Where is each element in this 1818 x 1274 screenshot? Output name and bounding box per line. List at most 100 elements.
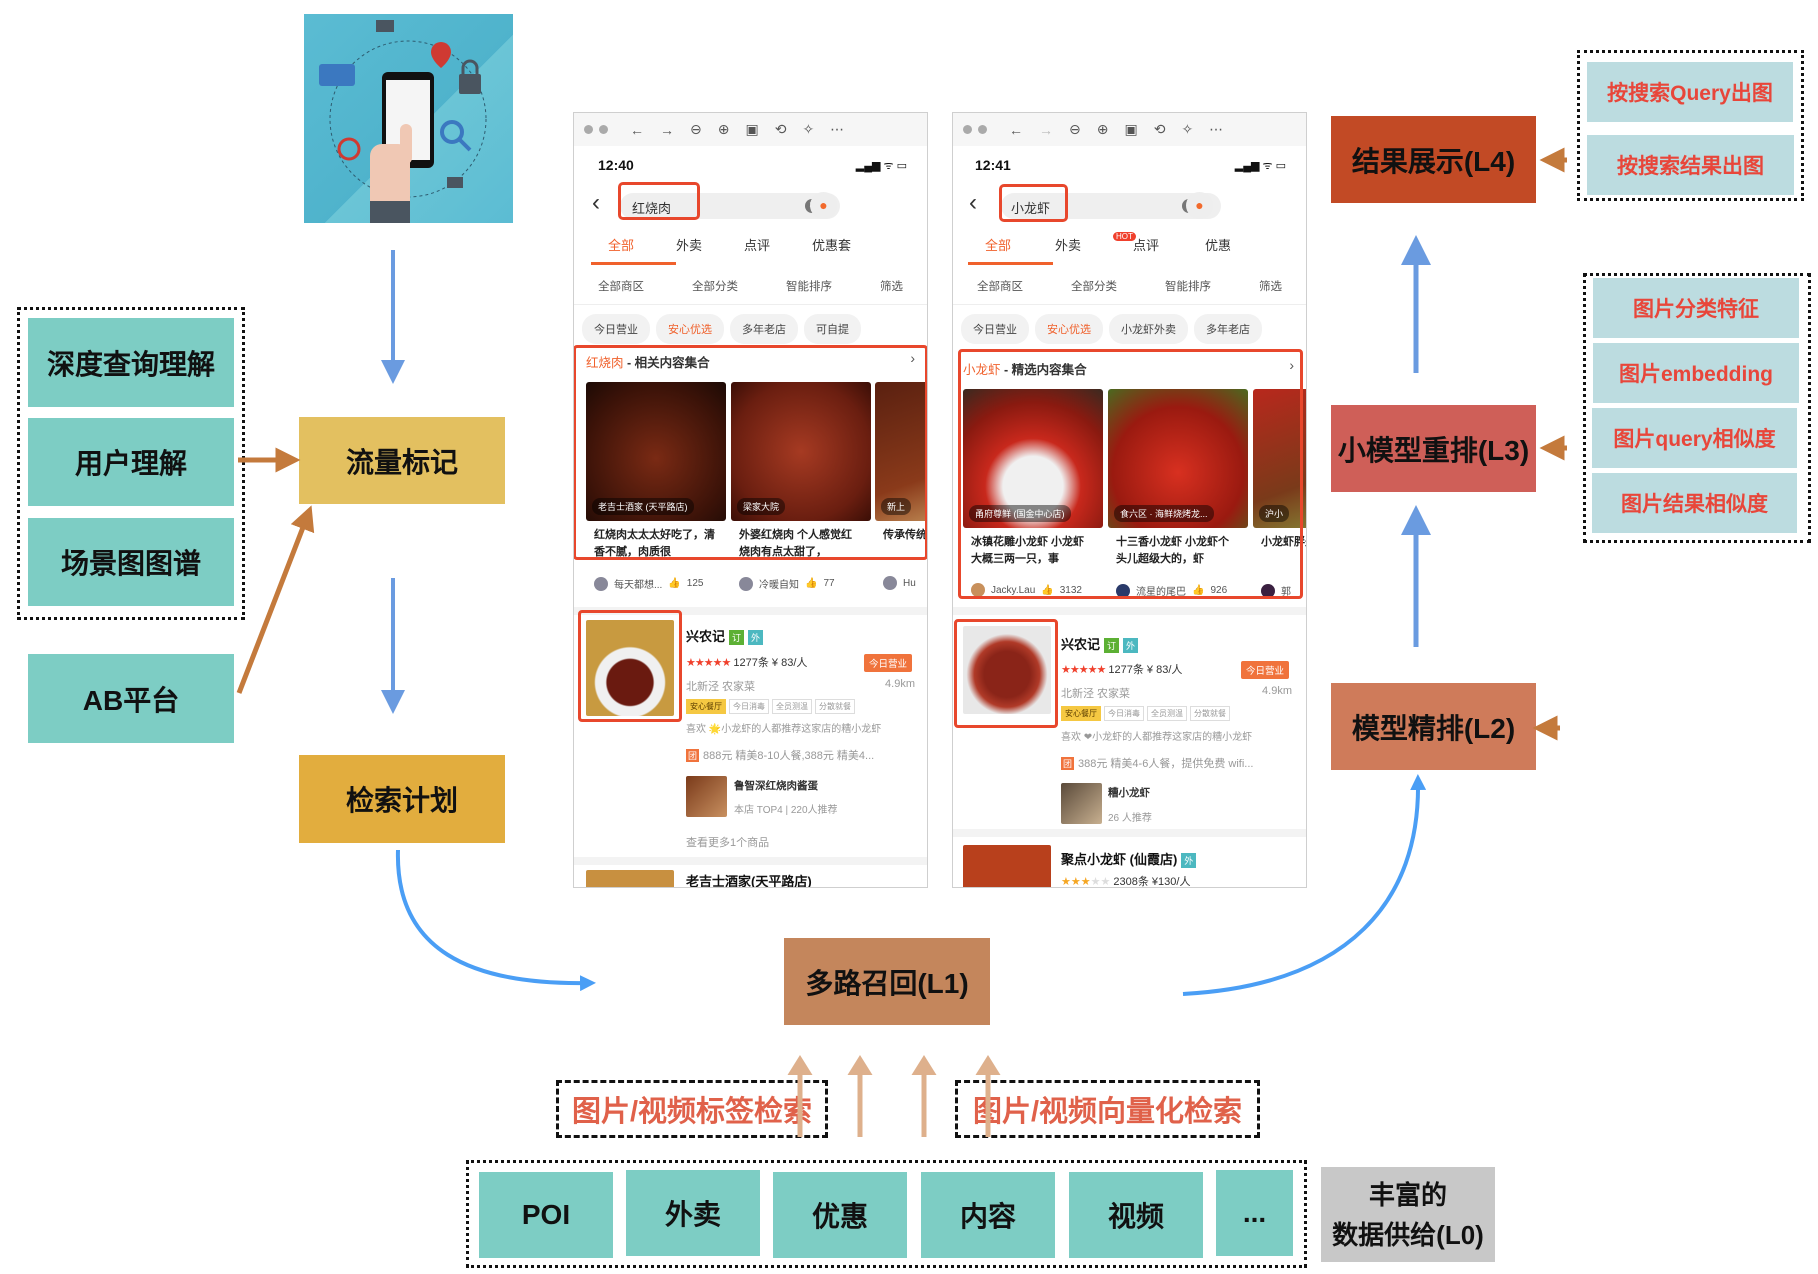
- next-rating-line: ★★★★★ 2308条 ¥130/人: [1061, 876, 1191, 888]
- restaurant-name[interactable]: 兴农记订外: [1061, 634, 1139, 653]
- back-icon[interactable]: ‹: [969, 189, 977, 217]
- magic-wand-icon[interactable]: ✧: [802, 121, 814, 138]
- search-screenshot-braised-pork: ←→ ⊖⊕ ▣⟲ ✧⋯ 12:40 ▂▄▆ ᯤ ▭ ‹ 红烧肉 × ● 全部 外…: [573, 112, 928, 888]
- user-understanding-box: 用户理解: [28, 418, 234, 506]
- see-more-link[interactable]: 查看更多1个商品: [686, 834, 769, 850]
- takeout-tag: 外: [1123, 638, 1139, 653]
- chip[interactable]: 小龙虾外卖: [1109, 314, 1188, 344]
- tab-all[interactable]: 全部: [574, 235, 646, 254]
- back-icon[interactable]: ‹: [592, 189, 600, 217]
- feature-image-query-similarity: 图片query相似度: [1592, 408, 1797, 468]
- fit-icon[interactable]: ▣: [745, 121, 758, 138]
- zoom-out-icon[interactable]: ⊖: [690, 121, 702, 138]
- feature-image-classification: 图片分类特征: [1593, 278, 1799, 338]
- restaurant-name[interactable]: 兴农记订外: [686, 626, 764, 645]
- product-name[interactable]: 糟小龙虾: [1108, 785, 1150, 800]
- rotate-icon[interactable]: ⟲: [775, 121, 787, 138]
- filter-bar: 全部商区 全部分类 智能排序 筛选: [953, 278, 1306, 305]
- filter-category[interactable]: 全部分类: [1071, 278, 1117, 294]
- next-restaurant-name[interactable]: 老吉士酒家(天平路店): [686, 871, 812, 887]
- zoom-out-icon[interactable]: ⊖: [1069, 121, 1081, 138]
- zoom-in-icon[interactable]: ⊕: [1097, 121, 1109, 138]
- open-today-badge: 今日营业: [864, 654, 913, 672]
- scene-graph-box: 场景图图谱: [28, 518, 234, 606]
- retrieval-plan-box: 检索计划: [299, 755, 505, 843]
- forward-arrow-icon[interactable]: →: [1039, 122, 1053, 138]
- chip[interactable]: 多年老店: [730, 314, 798, 344]
- category-tabs: 全部 外卖 点评 优惠套: [574, 235, 927, 254]
- filter-area[interactable]: 全部商区: [598, 278, 644, 294]
- deal-line[interactable]: 团 888元 精美8-10人餐,388元 精美4...: [686, 747, 874, 763]
- safety-tags: 安心餐厅 今日消毒 全员测温 分散就餐: [686, 699, 858, 714]
- status-icons: ▂▄▆ ᯤ ▭: [1234, 160, 1286, 172]
- cart-icon: [376, 20, 394, 32]
- tab-reviews[interactable]: 点评: [714, 235, 782, 254]
- traffic-tag-box: 流量标记: [299, 417, 505, 504]
- tab-deals[interactable]: 优惠: [1171, 235, 1243, 254]
- forward-arrow-icon[interactable]: →: [660, 122, 674, 138]
- filter-sort[interactable]: 智能排序: [1165, 278, 1211, 294]
- quick-chips: 今日营业 安心优选 多年老店 可自提: [582, 314, 861, 344]
- fit-icon[interactable]: ▣: [1124, 121, 1137, 138]
- restaurant-image[interactable]: [963, 845, 1051, 887]
- tab-takeout[interactable]: 外卖: [646, 235, 714, 254]
- restaurant-image[interactable]: [586, 870, 674, 887]
- chip[interactable]: 多年老店: [1194, 314, 1262, 344]
- open-today-badge: 今日营业: [1241, 661, 1290, 679]
- filter-more[interactable]: 筛选: [1259, 278, 1282, 294]
- product-name[interactable]: 鲁智深红烧肉酱蛋: [734, 778, 818, 793]
- search-screenshot-crayfish: ←→ ⊖⊕ ▣⟲ ✧⋯ 12:41 ▂▄▆ ᯤ ▭ ‹ 小龙虾 × ● 全部 外…: [952, 112, 1307, 888]
- chip[interactable]: 可自提: [804, 314, 861, 344]
- tab-takeout[interactable]: 外卖: [1023, 235, 1093, 254]
- thumbs-up-icon: 👍: [668, 578, 681, 589]
- restaurant-area: 北新泾 农家菜: [686, 681, 756, 693]
- tab-deals[interactable]: 优惠套: [782, 235, 863, 254]
- location-pin-icon: [431, 42, 451, 68]
- product-image[interactable]: [1061, 783, 1102, 824]
- status-time: 12:40: [598, 157, 634, 173]
- magic-wand-icon[interactable]: ✧: [1181, 121, 1193, 138]
- next-restaurant-name[interactable]: 聚点小龙虾 (仙霞店) 外: [1061, 849, 1197, 868]
- chip[interactable]: 今日营业: [961, 314, 1029, 344]
- chip[interactable]: 今日营业: [582, 314, 650, 344]
- zoom-in-icon[interactable]: ⊕: [718, 121, 730, 138]
- source-poi: POI: [479, 1172, 613, 1258]
- product-meta: 26 人推荐: [1108, 813, 1152, 824]
- rating-stars: ★★★★★: [686, 657, 731, 669]
- source-deals: 优惠: [773, 1172, 907, 1258]
- back-arrow-icon[interactable]: ←: [630, 122, 644, 138]
- small-model-rerank-l3-box: 小模型重排(L3): [1331, 405, 1536, 492]
- restaurant-image-highlight: [954, 619, 1058, 728]
- tab-underline: [968, 262, 1053, 265]
- restaurant-distance: 4.9km: [885, 678, 915, 690]
- filter-category[interactable]: 全部分类: [692, 278, 738, 294]
- back-arrow-icon[interactable]: ←: [1009, 122, 1023, 138]
- booking-tag: 订: [1104, 638, 1120, 653]
- deal-line[interactable]: 团 388元 精美4-6人餐，提供免费 wifi...: [1061, 755, 1253, 771]
- recommendation: 喜欢 ❤小龙虾的人都推荐这家店的糟小龙虾: [1061, 732, 1253, 743]
- recommendation: 喜欢 🌟小龙虾的人都推荐这家店的糟小龙虾: [686, 724, 882, 735]
- rating-line: ★★★★★ 1277条 ¥ 83/人: [1061, 664, 1183, 676]
- deep-query-understanding-box: 深度查询理解: [28, 318, 234, 407]
- rotate-icon[interactable]: ⟲: [1154, 121, 1166, 138]
- more-icon[interactable]: ⋯: [1209, 121, 1223, 138]
- chat-icon: [319, 64, 355, 86]
- hot-badge: HOT: [1113, 232, 1136, 241]
- filter-sort[interactable]: 智能排序: [786, 278, 832, 294]
- map-pin-icon[interactable]: ●: [1186, 192, 1213, 219]
- more-icon[interactable]: ⋯: [830, 121, 844, 138]
- takeout-tag: 外: [1181, 853, 1197, 868]
- chip[interactable]: 安心优选: [1035, 314, 1103, 344]
- thumbs-up-icon: 👍: [805, 578, 818, 589]
- filter-area[interactable]: 全部商区: [977, 278, 1023, 294]
- tab-all[interactable]: 全部: [953, 235, 1023, 254]
- data-supply-box: 丰富的 数据供给(L0): [1321, 1167, 1495, 1262]
- product-image[interactable]: [686, 776, 727, 817]
- takeout-tag: 外: [748, 630, 764, 645]
- restaurant-image-highlight: [578, 610, 682, 722]
- card-likes: 77: [823, 578, 835, 589]
- chip[interactable]: 安心优选: [656, 314, 724, 344]
- filter-more[interactable]: 筛选: [880, 278, 903, 294]
- map-pin-icon[interactable]: ●: [810, 192, 837, 219]
- arrow-ab-to-tag: [236, 505, 315, 694]
